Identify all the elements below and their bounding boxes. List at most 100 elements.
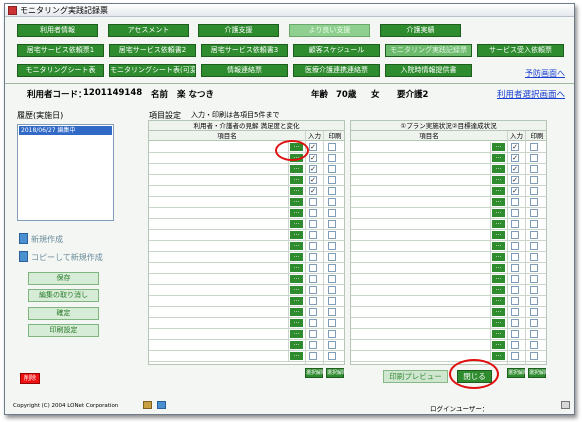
input-checkbox[interactable]: ✓ — [511, 154, 519, 162]
input-checkbox[interactable] — [511, 209, 519, 217]
item-select-button[interactable]: … — [492, 209, 505, 217]
left-clear-input-button[interactable]: 選択解除 — [305, 368, 326, 378]
nav-user-info[interactable]: 利用者情報 — [17, 24, 98, 37]
print-checkbox[interactable] — [530, 187, 538, 195]
item-select-button[interactable]: … — [492, 220, 505, 228]
item-select-button[interactable]: … — [290, 220, 303, 228]
print-checkbox[interactable] — [530, 154, 538, 162]
nav-home-service-request-3[interactable]: 居宅サービス依頼書3 — [201, 44, 288, 57]
print-settings-button[interactable]: 印刷設定 — [28, 324, 99, 337]
item-name-cell[interactable] — [351, 274, 491, 284]
item-name-cell[interactable] — [351, 186, 491, 196]
item-name-cell[interactable] — [351, 142, 491, 152]
print-checkbox[interactable] — [530, 319, 538, 327]
input-checkbox[interactable] — [309, 330, 317, 338]
input-checkbox[interactable] — [309, 264, 317, 272]
item-name-cell[interactable] — [149, 307, 289, 317]
nav-home-service-request-1[interactable]: 居宅サービス依頼票1 — [17, 44, 104, 57]
item-select-button[interactable]: … — [290, 264, 303, 272]
print-checkbox[interactable] — [328, 308, 336, 316]
input-checkbox[interactable]: ✓ — [511, 176, 519, 184]
item-name-cell[interactable] — [351, 340, 491, 350]
nav-service-acceptance[interactable]: サービス受入依頼票 — [477, 44, 564, 57]
item-name-cell[interactable] — [149, 153, 289, 163]
input-checkbox[interactable] — [309, 297, 317, 305]
right-clear-input-button[interactable]: 選択解除 — [507, 368, 528, 378]
item-name-cell[interactable] — [149, 186, 289, 196]
item-name-cell[interactable] — [149, 208, 289, 218]
input-checkbox[interactable] — [309, 253, 317, 261]
item-select-button[interactable]: … — [290, 231, 303, 239]
item-name-cell[interactable] — [149, 252, 289, 262]
item-name-cell[interactable] — [149, 219, 289, 229]
item-name-cell[interactable] — [351, 230, 491, 240]
input-checkbox[interactable] — [309, 341, 317, 349]
print-checkbox[interactable] — [328, 231, 336, 239]
input-checkbox[interactable] — [309, 231, 317, 239]
input-checkbox[interactable] — [511, 297, 519, 305]
input-checkbox[interactable] — [309, 242, 317, 250]
new-create-link[interactable]: 新規作成 — [31, 234, 63, 245]
input-checkbox[interactable] — [309, 220, 317, 228]
input-checkbox[interactable] — [309, 198, 317, 206]
print-checkbox[interactable] — [530, 253, 538, 261]
print-checkbox[interactable] — [328, 275, 336, 283]
nav-home-service-request-2[interactable]: 居宅サービス依頼書2 — [109, 44, 196, 57]
print-checkbox[interactable] — [530, 275, 538, 283]
print-checkbox[interactable] — [328, 209, 336, 217]
print-checkbox[interactable] — [530, 330, 538, 338]
print-checkbox[interactable] — [530, 352, 538, 360]
item-name-cell[interactable] — [149, 351, 289, 361]
print-checkbox[interactable] — [328, 143, 336, 151]
print-checkbox[interactable] — [328, 220, 336, 228]
input-checkbox[interactable]: ✓ — [309, 187, 317, 195]
input-checkbox[interactable] — [511, 220, 519, 228]
input-checkbox[interactable] — [511, 352, 519, 360]
print-checkbox[interactable] — [530, 198, 538, 206]
nav-monitoring-sheet-variable[interactable]: モニタリングシート表(可変) — [109, 64, 196, 77]
item-select-button[interactable]: … — [290, 297, 303, 305]
delete-button[interactable]: 削除 — [20, 373, 40, 384]
item-select-button[interactable]: … — [290, 352, 303, 360]
history-list[interactable]: 2018/06/27 編集中 — [17, 124, 114, 221]
copy-create-link[interactable]: コピーして新規作成 — [31, 252, 103, 263]
print-checkbox[interactable] — [328, 187, 336, 195]
print-checkbox[interactable] — [328, 176, 336, 184]
item-select-button[interactable]: … — [492, 330, 505, 338]
item-select-button[interactable]: … — [290, 253, 303, 261]
print-checkbox[interactable] — [530, 231, 538, 239]
input-checkbox[interactable]: ✓ — [309, 154, 317, 162]
input-checkbox[interactable] — [511, 198, 519, 206]
print-checkbox[interactable] — [530, 286, 538, 294]
item-name-cell[interactable] — [351, 263, 491, 273]
input-checkbox[interactable] — [511, 286, 519, 294]
item-name-cell[interactable] — [149, 285, 289, 295]
input-checkbox[interactable] — [511, 231, 519, 239]
input-checkbox[interactable] — [309, 286, 317, 294]
new-document-icon[interactable] — [19, 233, 28, 244]
nav-monitoring-record[interactable]: モニタリング実践記録票 — [385, 44, 472, 57]
item-select-button[interactable]: … — [492, 319, 505, 327]
item-name-cell[interactable] — [351, 307, 491, 317]
input-checkbox[interactable] — [511, 341, 519, 349]
input-checkbox[interactable] — [309, 308, 317, 316]
print-checkbox[interactable] — [530, 209, 538, 217]
item-name-cell[interactable] — [149, 164, 289, 174]
input-checkbox[interactable] — [511, 319, 519, 327]
item-select-button[interactable]: … — [492, 341, 505, 349]
item-select-button[interactable]: … — [290, 165, 303, 173]
item-select-button[interactable]: … — [492, 176, 505, 184]
print-checkbox[interactable] — [328, 154, 336, 162]
history-item[interactable]: 2018/06/27 編集中 — [19, 126, 112, 135]
item-name-cell[interactable] — [351, 296, 491, 306]
item-select-button[interactable]: … — [290, 330, 303, 338]
input-checkbox[interactable] — [511, 253, 519, 261]
nav-info-contact[interactable]: 情報連絡票 — [201, 64, 288, 77]
item-select-button[interactable]: … — [492, 275, 505, 283]
input-checkbox[interactable] — [511, 242, 519, 250]
print-checkbox[interactable] — [328, 319, 336, 327]
item-name-cell[interactable] — [351, 153, 491, 163]
input-checkbox[interactable]: ✓ — [511, 165, 519, 173]
nav-care-results[interactable]: 介護実績 — [380, 24, 461, 37]
print-checkbox[interactable] — [530, 143, 538, 151]
